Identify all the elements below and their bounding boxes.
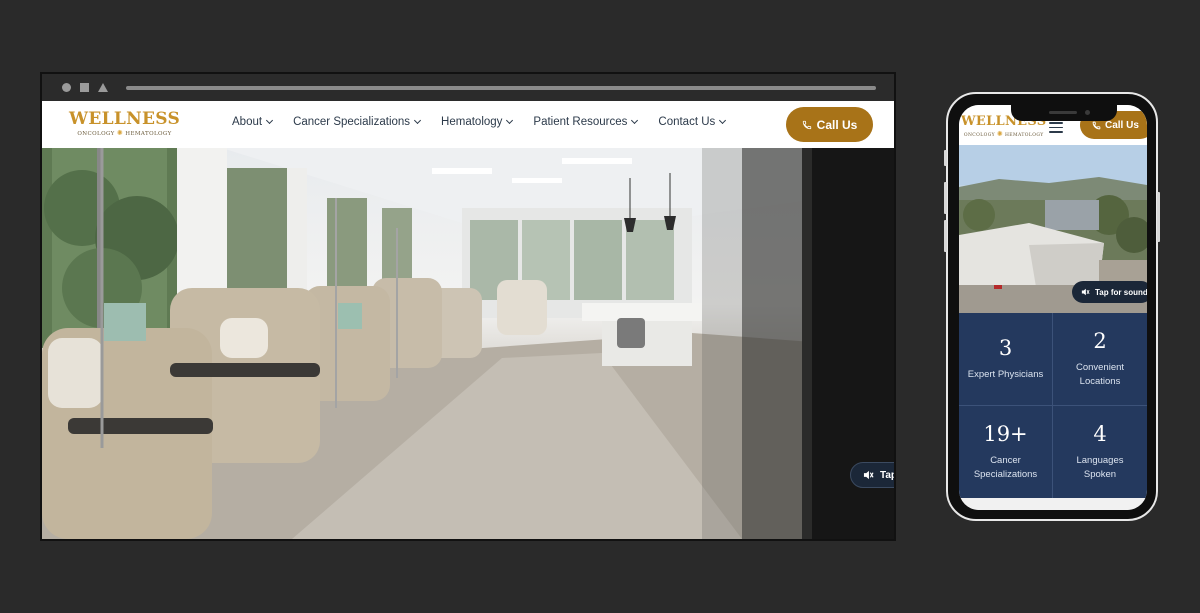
logo-sub-left: ONCOLOGY <box>963 133 995 138</box>
stat-number: 3 <box>998 335 1013 360</box>
logo-sub-right: HEMATOLOGY <box>1004 133 1044 138</box>
desktop-browser-mockup: WELLNESS ONCOLOGY ✺ HEMATOLOGY About Can… <box>40 72 896 541</box>
nav-item-cancer-specializations[interactable]: Cancer Specializations <box>293 116 422 128</box>
sound-label: Tap for sound <box>1095 287 1147 297</box>
notch-speaker <box>1049 111 1077 114</box>
nav-label: About <box>232 116 263 128</box>
stat-label: Cancer Specializations <box>973 454 1038 480</box>
stat-number: 2 <box>1093 328 1107 353</box>
wellness-logo[interactable]: WELLNESS ONCOLOGY ✺ HEMATOLOGY <box>69 110 180 137</box>
site-header: WELLNESS ONCOLOGY ✺ HEMATOLOGY About Can… <box>42 101 894 148</box>
call-us-button[interactable]: Call Us <box>786 107 873 142</box>
phone-icon <box>802 120 811 129</box>
chevron-down-icon <box>719 116 727 125</box>
call-us-label: Call Us <box>816 117 858 132</box>
nav-item-about[interactable]: About <box>232 116 274 128</box>
tap-for-sound-button[interactable]: Tap for sound <box>1072 281 1147 303</box>
mobile-phone-mockup: WELLNESS ONCOLOGY ✺ HEMATOLOGY Call Us T… <box>944 92 1160 521</box>
nav-item-contact-us[interactable]: Contact Us <box>658 116 727 128</box>
notch-camera <box>1085 110 1090 115</box>
nav-item-patient-resources[interactable]: Patient Resources <box>533 116 639 128</box>
phone-side-button <box>944 220 947 252</box>
stat-cancer-specializations: 19+ Cancer Specializations <box>959 405 1053 498</box>
call-us-label: Call Us <box>1105 119 1139 131</box>
sun-icon: ✺ <box>116 129 124 137</box>
logo-sub-left: ONCOLOGY <box>77 131 115 137</box>
nav-label: Patient Resources <box>533 116 628 128</box>
phone-side-button <box>1157 192 1160 242</box>
phone-side-button <box>944 182 947 214</box>
hero-video[interactable] <box>42 148 894 539</box>
chevron-down-icon <box>266 116 274 125</box>
stat-number: 19+ <box>983 421 1028 446</box>
section-divider <box>959 498 1147 510</box>
stats-grid: 3 Expert Physicians 2 Convenient Locatio… <box>959 313 1147 498</box>
window-triangle-icon <box>98 83 108 92</box>
desktop-website: WELLNESS ONCOLOGY ✺ HEMATOLOGY About Can… <box>42 101 894 539</box>
phone-side-button <box>944 150 947 166</box>
phone-notch <box>1011 105 1117 121</box>
logo-subtitle: ONCOLOGY ✺ HEMATOLOGY <box>69 129 180 137</box>
window-circle-icon <box>62 83 71 92</box>
tap-for-sound-button[interactable]: Tap <box>850 462 894 488</box>
logo-sub-right: HEMATOLOGY <box>125 131 172 137</box>
chevron-down-icon <box>506 116 514 125</box>
stat-expert-physicians: 3 Expert Physicians <box>959 313 1053 406</box>
main-nav: About Cancer Specializations Hematology … <box>232 116 727 128</box>
stat-label: Expert Physicians <box>967 368 1044 380</box>
phone-icon <box>1092 121 1101 129</box>
sound-label: Tap <box>880 469 894 481</box>
address-bar <box>126 86 876 90</box>
nav-label: Hematology <box>441 116 503 128</box>
stat-number: 4 <box>1093 421 1107 446</box>
speaker-icon <box>1081 288 1090 296</box>
chevron-down-icon <box>414 116 422 125</box>
menu-icon[interactable] <box>1049 122 1063 136</box>
stat-label: Convenient Locations <box>1075 361 1125 387</box>
logo-subtitle: ONCOLOGY ✺ HEMATOLOGY <box>961 130 1046 138</box>
browser-toolbar <box>42 74 894 101</box>
nav-label: Cancer Specializations <box>293 116 411 128</box>
stat-label: Languages Spoken <box>1076 454 1124 480</box>
mobile-hero-video[interactable]: Tap for sound <box>959 145 1147 313</box>
window-square-icon <box>80 83 89 92</box>
nav-label: Contact Us <box>658 116 716 128</box>
chevron-down-icon <box>631 116 639 125</box>
infusion-room-image <box>42 148 894 539</box>
nav-item-hematology[interactable]: Hematology <box>441 116 514 128</box>
stat-languages-spoken: 4 Languages Spoken <box>1053 406 1147 499</box>
stat-convenient-locations: 2 Convenient Locations <box>1053 313 1147 406</box>
logo-wordmark: WELLNESS <box>69 109 181 129</box>
sun-icon: ✺ <box>996 130 1004 138</box>
speaker-icon <box>863 470 874 480</box>
mobile-website: WELLNESS ONCOLOGY ✺ HEMATOLOGY Call Us T… <box>959 105 1147 510</box>
